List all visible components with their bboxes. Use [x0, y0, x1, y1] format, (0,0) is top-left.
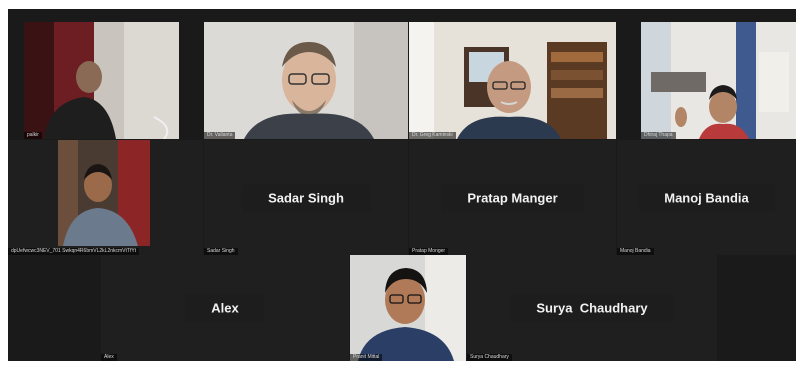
participant-tile-sadar-singh[interactable]: Sadar Singh Sadar Singh: [204, 140, 408, 255]
participant-name-label: Sadar Singh: [204, 248, 238, 255]
participant-name-label: Dhiraj Thapa: [641, 132, 676, 139]
participant-tile-alex[interactable]: Alex Alex: [101, 255, 349, 361]
participant-name-label: Pratap Monger: [409, 248, 449, 255]
participant-video: [350, 255, 466, 361]
participant-video: [204, 22, 408, 139]
participant-tile-dr-vallanta[interactable]: Dr. Vallanta: [204, 22, 408, 139]
participant-tile-pranit-mittal[interactable]: Pranit Mittal: [350, 255, 466, 361]
participant-name-label: Manoj Bandia: [617, 248, 654, 255]
participant-video: [409, 22, 616, 139]
participant-name-label: Alex: [101, 354, 117, 361]
participant-tile-dr-greg-kaminski[interactable]: Dr. Greg Kaminski: [409, 22, 616, 139]
participant-display-name: Alex: [185, 294, 265, 322]
participant-video: [58, 140, 150, 246]
participant-name-label: Surya Chaudhary: [467, 354, 512, 361]
participant-video: [641, 22, 796, 139]
participant-tile-dhiraj-thapa[interactable]: Dhiraj Thapa: [641, 22, 796, 139]
video-grid: palkir Dr. Vallanta Dr. Greg Kaminski Dh…: [8, 9, 796, 361]
participant-name-label: Pranit Mittal: [350, 354, 383, 361]
participant-tile-dpuefwcwc[interactable]: dpUefwcwc3NEV_701 Swkqn4R6bmVL2kL2nkcmVt…: [8, 140, 203, 255]
participant-tile-palkir[interactable]: palkir: [24, 22, 179, 139]
participant-name-label: Dr. Vallanta: [204, 132, 236, 139]
participant-display-name: Manoj Bandia: [638, 184, 775, 211]
participant-name-label: Dr. Greg Kaminski: [409, 132, 456, 139]
participant-name-label: dpUefwcwc3NEV_701 Swkqn4R6bmVL2kL2nkcmVt…: [8, 248, 140, 255]
participant-tile-surya-chaudhary[interactable]: Surya Chaudhary Surya Chaudhary: [467, 255, 717, 361]
participant-tile-manoj-bandia[interactable]: Manoj Bandia Manoj Bandia: [617, 140, 796, 255]
participant-name-label: palkir: [24, 132, 42, 139]
participant-tile-pratap-manger[interactable]: Pratap Manger Pratap Monger: [409, 140, 616, 255]
participant-display-name: Pratap Manger: [441, 184, 584, 211]
participant-video: [24, 22, 179, 139]
participant-display-name: Surya Chaudhary: [510, 294, 674, 322]
participant-display-name: Sadar Singh: [242, 184, 370, 211]
